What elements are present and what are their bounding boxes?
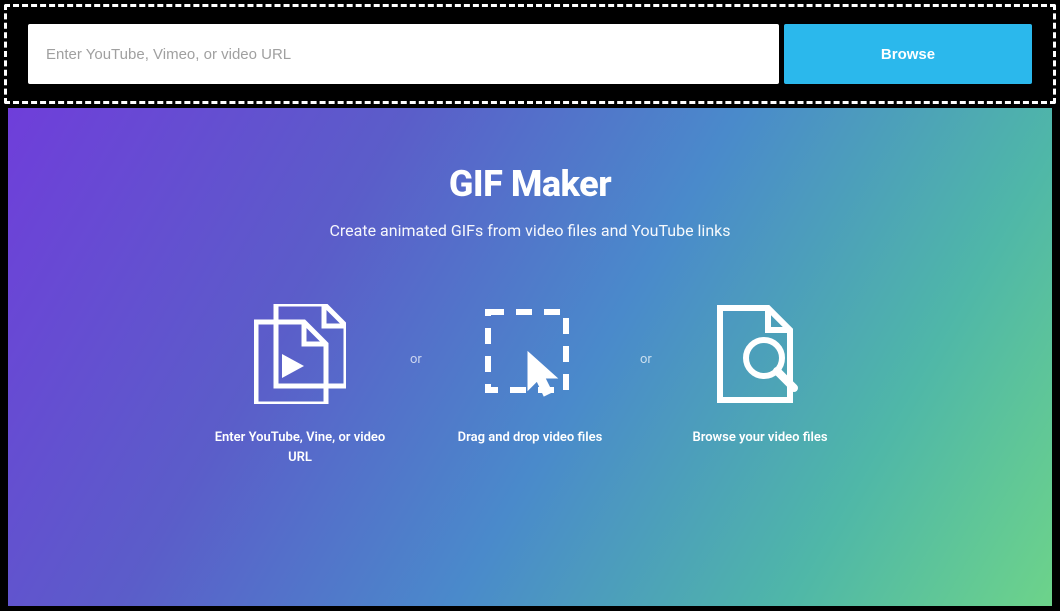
browse-button[interactable]: Browse <box>784 24 1032 84</box>
option-enter-url[interactable]: Enter YouTube, Vine, or video URL <box>190 304 410 467</box>
upload-top-bar: Browse <box>0 0 1060 108</box>
option-label-dragdrop: Drag and drop video files <box>458 428 603 448</box>
separator-1: or <box>410 352 420 367</box>
option-label-browse: Browse your video files <box>692 428 827 448</box>
option-browse-files[interactable]: Browse your video files <box>650 304 870 448</box>
video-files-icon <box>250 304 350 404</box>
url-input-row: Browse <box>20 24 1040 84</box>
separator-2: or <box>640 352 650 367</box>
browse-file-icon <box>710 304 810 404</box>
option-drag-drop[interactable]: Drag and drop video files <box>420 304 640 448</box>
page-subtitle: Create animated GIFs from video files an… <box>329 221 730 240</box>
drag-drop-icon <box>480 304 580 404</box>
page-title: GIF Maker <box>449 163 611 205</box>
video-url-input[interactable] <box>28 24 779 84</box>
option-label-url: Enter YouTube, Vine, or video URL <box>210 428 390 467</box>
options-row: Enter YouTube, Vine, or video URL or Dra… <box>190 304 870 467</box>
main-hero-area: GIF Maker Create animated GIFs from vide… <box>8 108 1052 606</box>
